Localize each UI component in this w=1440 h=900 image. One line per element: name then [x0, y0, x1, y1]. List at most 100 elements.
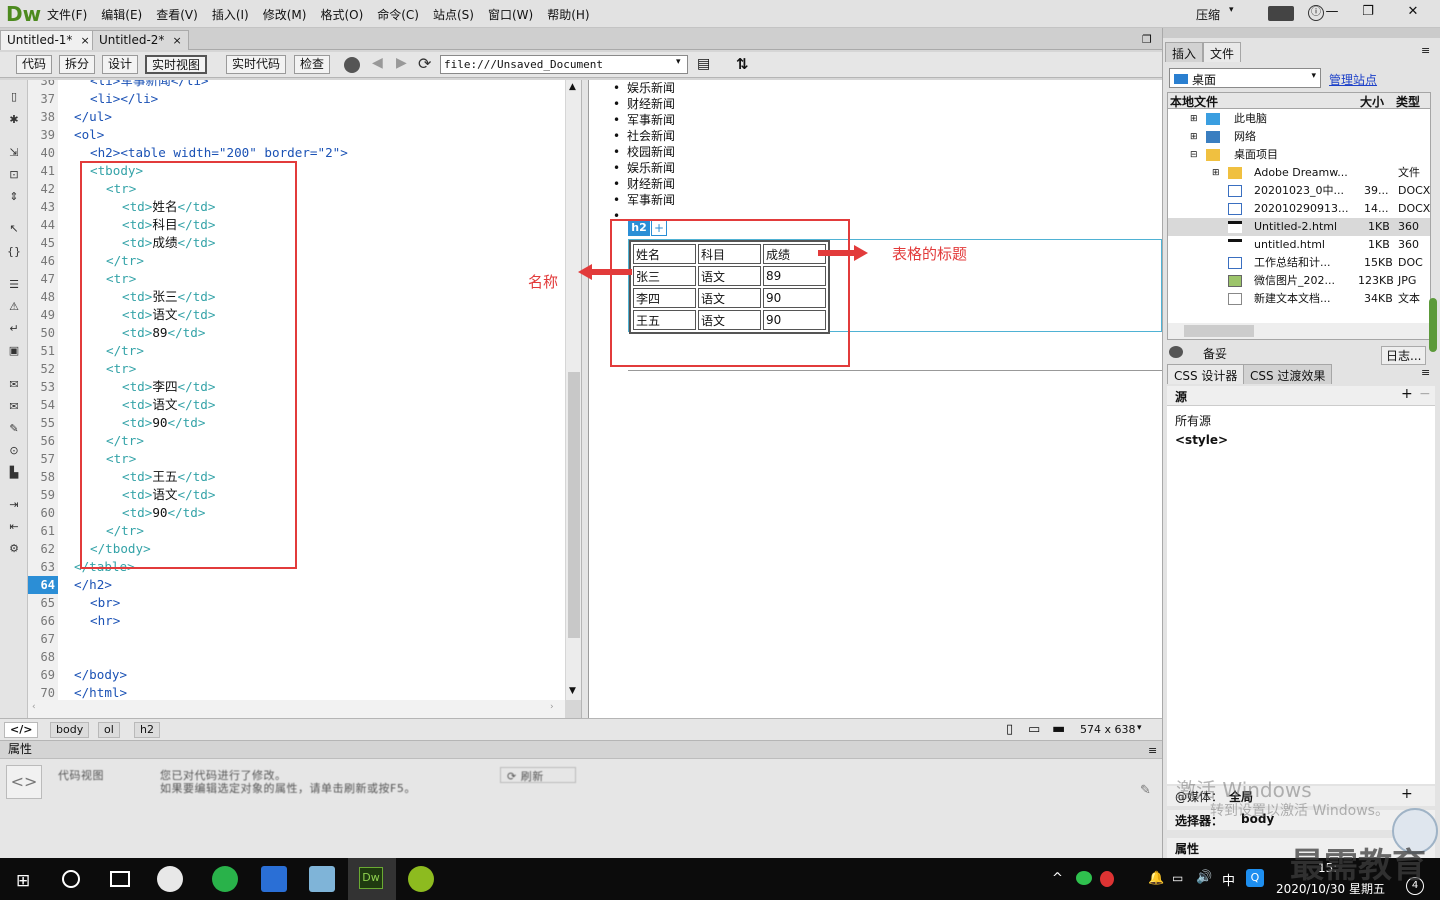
- scroll-thumb[interactable]: [568, 372, 580, 638]
- scroll-down-icon[interactable]: ▼: [569, 686, 576, 696]
- volume-icon[interactable]: 🔊: [1196, 870, 1212, 885]
- indent-code-icon[interactable]: ⇥: [6, 498, 22, 512]
- tree-item[interactable]: 202010290913... 14... DOCX: [1168, 200, 1430, 218]
- refresh-button[interactable]: ⟳ 刷新: [500, 767, 576, 783]
- network-icon[interactable]: ▭: [1172, 871, 1183, 885]
- code-vertical-scrollbar[interactable]: ▲ ▼: [565, 80, 581, 700]
- wechat-icon[interactable]: [1076, 871, 1092, 885]
- windows-start-icon[interactable]: ⊞: [16, 871, 30, 891]
- balance-braces-icon[interactable]: {}: [6, 245, 22, 259]
- connect-icon[interactable]: [1169, 346, 1183, 358]
- syntax-coloring-icon[interactable]: ▣: [6, 344, 22, 358]
- tablet-size-icon[interactable]: ▭: [1028, 722, 1040, 737]
- tab-untitled-2[interactable]: Untitled-2* ×: [92, 30, 189, 50]
- scroll-left-icon[interactable]: ‹: [32, 702, 36, 712]
- show-code-navigator-icon[interactable]: ✱: [6, 113, 22, 127]
- collapse-selection-icon[interactable]: ⊡: [6, 168, 22, 182]
- tree-item[interactable]: 工作总结和计... 15KB DOC: [1168, 254, 1430, 272]
- tab-files[interactable]: 文件: [1203, 42, 1242, 62]
- menu-view[interactable]: 查看(V): [149, 6, 205, 23]
- browser-icon[interactable]: [212, 866, 238, 892]
- recent-snippets-icon[interactable]: ⊙: [6, 444, 22, 458]
- close-icon[interactable]: ×: [80, 34, 89, 47]
- window-size[interactable]: 574 x 638: [1080, 723, 1136, 736]
- back-arrow-icon[interactable]: ◀: [372, 55, 383, 71]
- minimize-icon[interactable]: —: [1314, 0, 1350, 22]
- close-icon[interactable]: ✕: [1386, 0, 1440, 22]
- menu-commands[interactable]: 命令(C): [370, 6, 426, 23]
- column-size[interactable]: 大小: [1360, 93, 1384, 110]
- restore-document-icon[interactable]: ❐: [1142, 33, 1152, 46]
- breadcrumb-body[interactable]: body: [50, 722, 90, 738]
- column-type[interactable]: 类型: [1396, 93, 1420, 110]
- breadcrumb-ol[interactable]: ol: [98, 722, 120, 738]
- scroll-right-icon[interactable]: ›: [550, 702, 554, 712]
- design-view-button[interactable]: 设计: [102, 55, 139, 74]
- refresh-icon[interactable]: ⟳: [418, 54, 431, 73]
- move-css-icon[interactable]: ▙: [6, 466, 22, 480]
- tab-css-transitions[interactable]: CSS 过渡效果: [1243, 364, 1333, 384]
- chevron-up-icon[interactable]: ^: [1052, 871, 1063, 886]
- manage-sites-link[interactable]: 管理站点: [1329, 71, 1377, 88]
- menu-help[interactable]: 帮助(H): [540, 6, 596, 23]
- address-field[interactable]: file:///Unsaved_Document: [440, 55, 688, 74]
- menu-file[interactable]: 文件(F): [40, 6, 94, 23]
- collapse-tag-icon[interactable]: ⇲: [6, 146, 22, 160]
- panel-menu-icon[interactable]: ≡: [1421, 366, 1430, 379]
- site-select[interactable]: 桌面 ▾: [1169, 68, 1321, 88]
- menu-edit[interactable]: 编辑(E): [94, 6, 149, 23]
- log-button[interactable]: 日志...: [1381, 346, 1427, 365]
- tree-item[interactable]: untitled.html 1KB 360: [1168, 236, 1430, 254]
- split-divider[interactable]: [581, 80, 589, 718]
- tree-item[interactable]: 微信图片_202... 123KB JPG: [1168, 272, 1430, 290]
- file-tree[interactable]: 本地文件 大小 类型 ⊞ 此电脑 ⊞ 网络 ⊟ 桌面项目 ⊞ Adobe Dreamw.…: [1167, 92, 1431, 340]
- menu-insert[interactable]: 插入(I): [205, 6, 256, 23]
- menu-site[interactable]: 站点(S): [426, 6, 481, 23]
- open-documents-icon[interactable]: ▯: [6, 90, 22, 104]
- design-view[interactable]: 娱乐新闻 财经新闻 军事新闻 社会新闻 校园新闻 娱乐新闻 财经新闻 军事新闻 …: [589, 80, 1162, 718]
- desktop-size-icon[interactable]: ▬: [1052, 721, 1065, 737]
- restore-icon[interactable]: ❐: [1350, 0, 1386, 22]
- add-source-icon[interactable]: +: [1401, 386, 1413, 402]
- search-icon[interactable]: [62, 870, 80, 888]
- line-numbers-icon[interactable]: ☰: [6, 278, 22, 292]
- app-icon[interactable]: [157, 866, 183, 892]
- outdent-code-icon[interactable]: ⇤: [6, 520, 22, 534]
- qq-icon[interactable]: [1100, 871, 1114, 887]
- tree-item[interactable]: 20201023_0中... 39... DOCX: [1168, 182, 1430, 200]
- select-parent-tag-icon[interactable]: ↖: [6, 222, 22, 236]
- notification-icon[interactable]: 🔔: [1148, 871, 1164, 886]
- scroll-thumb[interactable]: [1184, 325, 1254, 337]
- menu-window[interactable]: 窗口(W): [481, 6, 540, 23]
- remove-source-icon[interactable]: −: [1419, 386, 1431, 402]
- column-local-files[interactable]: 本地文件: [1170, 93, 1218, 110]
- dreamweaver-task-active[interactable]: Dw: [348, 858, 396, 900]
- code-view-button[interactable]: 代码: [16, 55, 53, 74]
- globe-icon[interactable]: [344, 57, 360, 73]
- tree-item[interactable]: ⊞ 此电脑: [1168, 110, 1430, 128]
- tree-item[interactable]: ⊞ 网络: [1168, 128, 1430, 146]
- mobile-size-icon[interactable]: ▯: [1006, 722, 1013, 737]
- tree-item[interactable]: ⊟ 桌面项目: [1168, 146, 1430, 164]
- code-icon[interactable]: </>: [4, 722, 39, 738]
- notepad-icon[interactable]: [309, 866, 335, 892]
- panel-scroll-indicator[interactable]: [1429, 298, 1437, 352]
- tree-item-selected[interactable]: Untitled-2.html 1KB 360: [1168, 218, 1430, 236]
- tab-untitled-1[interactable]: Untitled-1* ×: [0, 30, 97, 50]
- scroll-up-icon[interactable]: ▲: [569, 82, 576, 92]
- file-management-icon[interactable]: ▤: [697, 56, 710, 72]
- media-player-icon[interactable]: [408, 866, 434, 892]
- edit-icon[interactable]: ✎: [1140, 783, 1151, 798]
- close-icon[interactable]: ×: [172, 34, 181, 47]
- forward-arrow-icon[interactable]: ▶: [396, 55, 407, 71]
- wps-icon[interactable]: [261, 866, 287, 892]
- apply-comment-icon[interactable]: ✉: [6, 378, 22, 392]
- menu-format[interactable]: 格式(O): [313, 6, 370, 23]
- sort-icon[interactable]: ⇅: [736, 55, 749, 73]
- expand-all-icon[interactable]: ⇕: [6, 190, 22, 204]
- format-source-icon[interactable]: ⚙: [6, 542, 22, 556]
- menu-modify[interactable]: 修改(M): [256, 6, 314, 23]
- task-view-icon[interactable]: [110, 871, 130, 887]
- add-media-icon[interactable]: +: [1401, 786, 1413, 802]
- code-horizontal-scrollbar[interactable]: ‹ ›: [28, 700, 565, 718]
